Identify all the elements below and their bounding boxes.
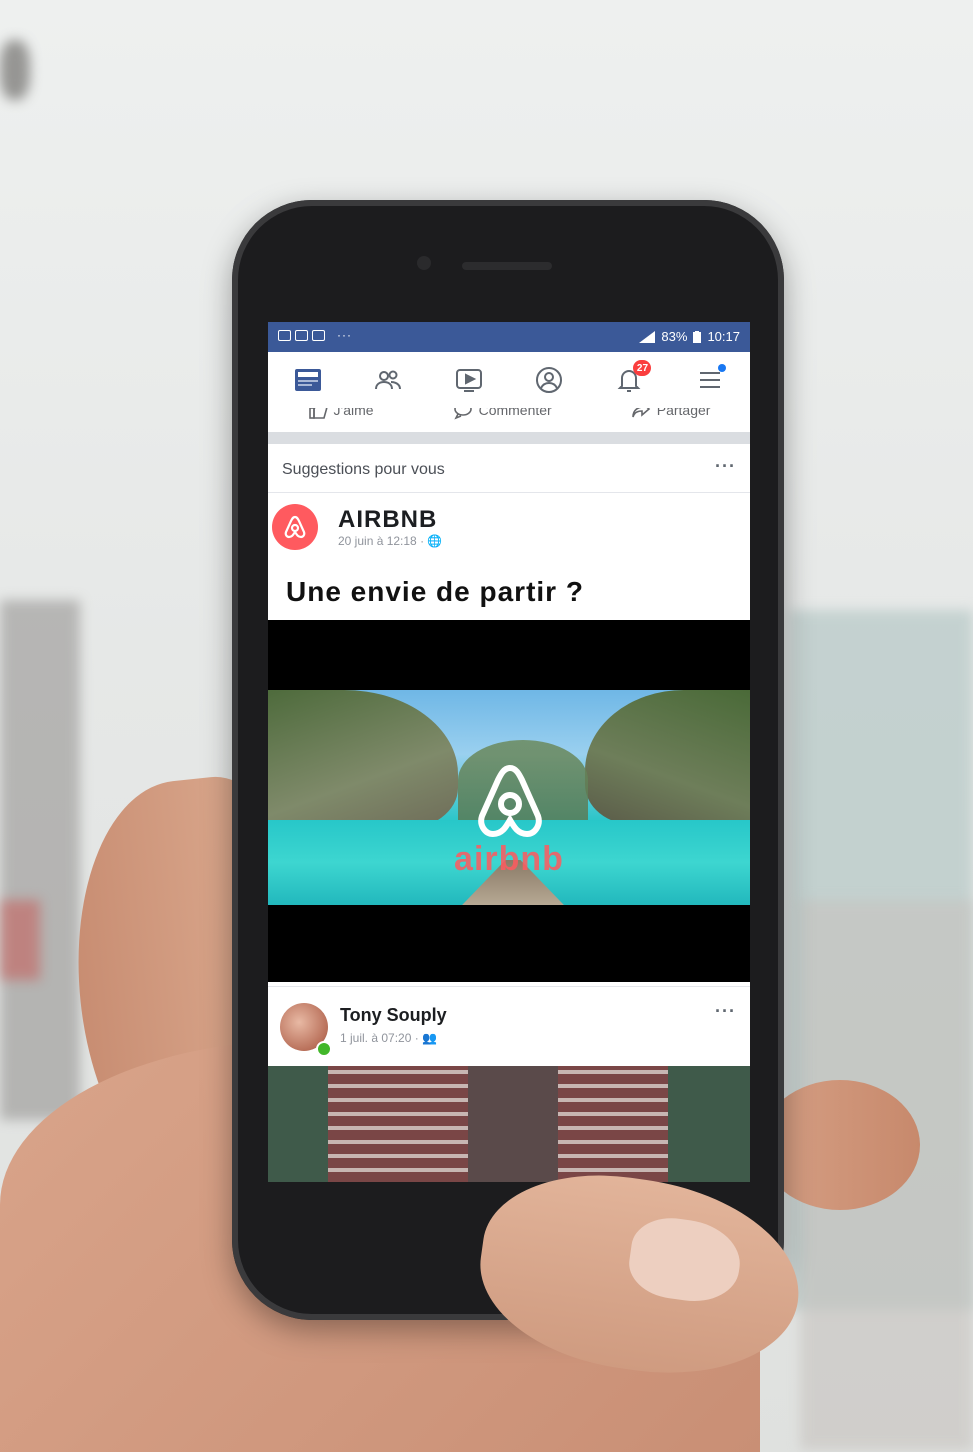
suggestions-title: Suggestions pour vous: [282, 461, 445, 478]
suggestions-more-button[interactable]: ···: [715, 456, 736, 477]
thumbs-up-icon: [308, 408, 327, 419]
image-building: [328, 1066, 468, 1182]
background-building-left: [0, 600, 80, 1120]
cliff-left: [268, 690, 458, 830]
online-status-dot: [316, 1041, 332, 1057]
post-image-tony[interactable]: [268, 1066, 750, 1182]
airbnb-wordmark: airbnb: [454, 840, 564, 878]
phone-speaker: [462, 262, 552, 270]
battery-icon: [693, 330, 702, 343]
post-actions-bar: J'aime Commenter Partager: [268, 408, 750, 432]
post-header-airbnb: AIRBNB 20 juin à 12:18 · 🌐: [268, 494, 750, 564]
cliff-right: [585, 690, 750, 825]
tab-friends[interactable]: [370, 362, 406, 398]
post-video[interactable]: airbnb: [268, 620, 750, 982]
status-left-icons: ···: [278, 328, 352, 342]
status-right: 83% 10:17: [639, 329, 740, 344]
share-icon: [631, 408, 650, 418]
notification-app-icon: [312, 330, 325, 341]
image-person-area: [468, 1066, 558, 1182]
post-more-button[interactable]: ···: [715, 1001, 736, 1022]
notifications-badge: 27: [633, 360, 652, 376]
profile-icon: [536, 367, 563, 393]
tab-news-feed[interactable]: [290, 362, 326, 398]
video-thumbnail: airbnb: [268, 690, 750, 905]
suggestions-header: Suggestions pour vous ···: [268, 444, 750, 493]
friends-icon: [375, 370, 402, 390]
comment-label: Commenter: [478, 408, 552, 418]
tab-profile[interactable]: [531, 362, 567, 398]
share-label: Partager: [656, 408, 711, 418]
phone-screen: ··· 83% 10:17 27 J'aime Commenter Partag…: [268, 322, 750, 1182]
post-author-name[interactable]: Tony Souply: [340, 1005, 447, 1026]
post-header-tony: Tony Souply 1 juil. à 07:20 · 👥 ···: [268, 986, 750, 1067]
battery-percent: 83%: [661, 329, 688, 344]
status-bar: ··· 83% 10:17: [268, 322, 750, 352]
hand-finger-right: [760, 1080, 920, 1210]
post-text: Une envie de partir ?: [286, 576, 584, 607]
comment-button[interactable]: Commenter: [453, 408, 552, 420]
tab-menu[interactable]: [692, 362, 728, 398]
image-building: [558, 1066, 668, 1182]
airbnb-logo-icon: [478, 764, 542, 838]
feed-separator: [268, 432, 750, 444]
background-tree: [0, 40, 30, 100]
news-feed-icon: [295, 369, 322, 391]
front-camera: [417, 256, 431, 270]
status-time: 10:17: [707, 329, 740, 344]
background-sign: [0, 900, 40, 980]
airbnb-avatar[interactable]: [272, 504, 318, 550]
signal-icon: [639, 330, 656, 343]
post-timestamp: 1 juil. à 07:20 · 👥: [340, 1031, 437, 1045]
comment-icon: [453, 408, 472, 420]
status-more-dots: ···: [337, 328, 352, 342]
like-button[interactable]: J'aime: [308, 408, 374, 420]
image-tree-left: [268, 1066, 328, 1182]
top-nav: 27: [268, 352, 750, 409]
share-button[interactable]: Partager: [631, 408, 711, 420]
post-author-name[interactable]: AIRBNB: [338, 506, 437, 534]
airbnb-logo-icon: [284, 515, 306, 539]
video-play-icon: [455, 369, 482, 392]
notification-app-icon: [295, 330, 308, 341]
like-label: J'aime: [333, 408, 374, 418]
post-timestamp: 20 juin à 12:18 · 🌐: [338, 534, 443, 548]
image-tree-right: [668, 1066, 750, 1182]
tab-notifications[interactable]: 27: [611, 360, 652, 398]
menu-indicator-dot: [717, 364, 726, 372]
notification-app-icon: [278, 330, 291, 341]
tab-watch[interactable]: [451, 362, 487, 398]
